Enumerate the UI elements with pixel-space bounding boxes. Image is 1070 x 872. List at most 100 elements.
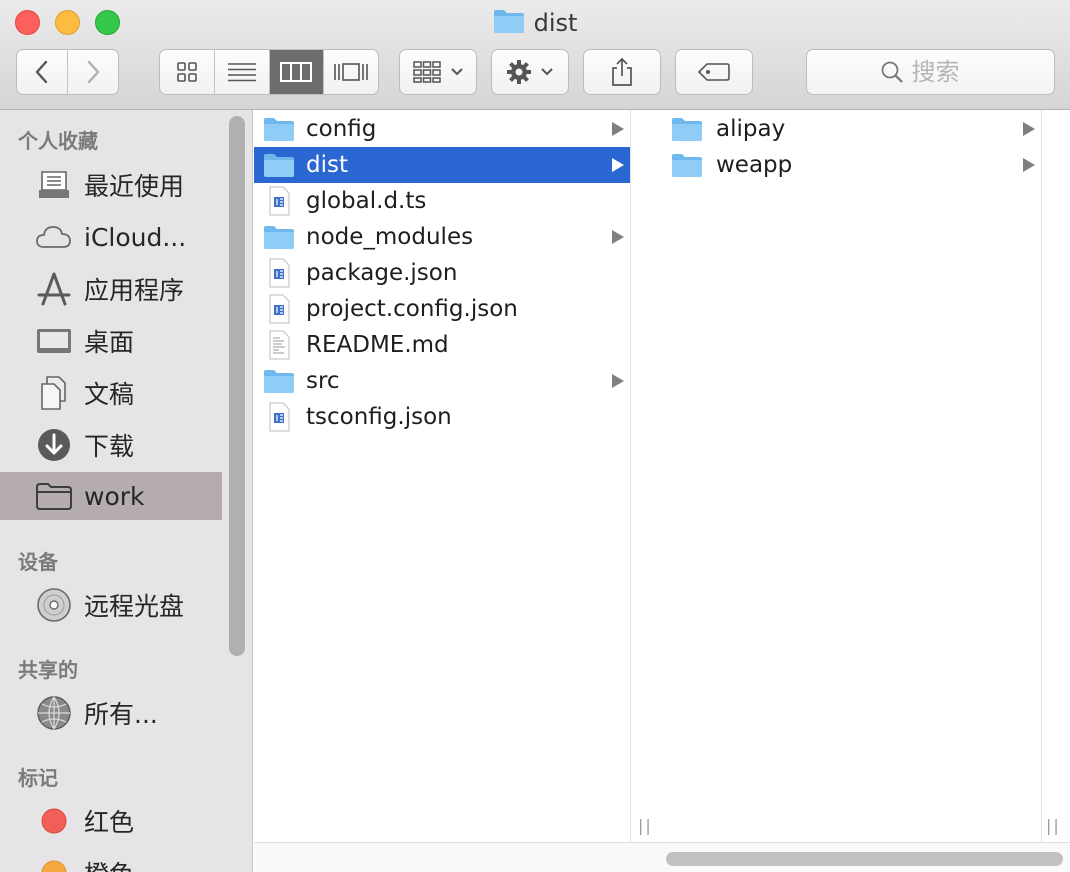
applications-icon <box>34 269 74 309</box>
list-item[interactable]: package.json <box>254 255 630 291</box>
back-button[interactable] <box>17 50 68 94</box>
list-item[interactable]: node_modules <box>254 219 630 255</box>
chevron-left-icon <box>35 60 48 84</box>
sidebar-item-downloads[interactable]: 下载 <box>0 421 222 469</box>
list-view-icon <box>227 63 256 82</box>
sidebar-item-label: 文稿 <box>84 380 135 409</box>
disclosure-arrow-icon <box>1023 122 1035 136</box>
list-item[interactable]: project.config.json <box>254 291 630 327</box>
file-name: config <box>306 116 377 142</box>
column-view-button[interactable] <box>269 50 325 94</box>
sidebar-item-work[interactable]: work <box>0 472 222 520</box>
cloud-icon <box>34 217 74 257</box>
list-item[interactable]: global.d.ts <box>254 183 630 219</box>
sidebar-item-recents[interactable]: 最近使用 <box>0 161 222 209</box>
list-item[interactable]: dist <box>254 147 630 183</box>
code-file-icon <box>262 293 296 325</box>
list-item[interactable]: weapp <box>660 147 1041 183</box>
folder-icon <box>493 8 525 38</box>
list-item[interactable]: README.md <box>254 327 630 363</box>
column-view-icon <box>280 62 313 82</box>
horizontal-scrollbar[interactable] <box>666 852 1063 866</box>
chevron-right-icon <box>87 60 100 84</box>
network-icon <box>34 693 74 733</box>
sidebar-item-icloud[interactable]: iCloud... <box>0 213 222 261</box>
folder-icon <box>670 113 704 145</box>
sidebar-item-remote-disc[interactable]: 远程光盘 <box>0 581 222 629</box>
folder-icon <box>262 365 296 397</box>
disc-icon <box>34 585 74 625</box>
action-button[interactable] <box>491 49 569 95</box>
disclosure-arrow-icon <box>612 158 624 172</box>
share-icon <box>612 57 632 86</box>
sidebar-item-label: 桌面 <box>84 328 135 357</box>
sidebar-section-devices: 设备 <box>18 550 58 574</box>
list-item[interactable]: alipay <box>660 111 1041 147</box>
tag-icon <box>697 63 730 81</box>
cover-flow-button[interactable] <box>324 50 378 94</box>
gear-icon <box>507 60 531 84</box>
sidebar-section-tags: 标记 <box>18 766 58 790</box>
window-title-text: dist <box>533 9 578 37</box>
view-mode-selector <box>159 49 379 95</box>
list-view-button[interactable] <box>215 50 270 94</box>
tag-button[interactable] <box>675 49 753 95</box>
arrange-grid-icon <box>413 61 441 83</box>
horizontal-scroll-area <box>254 842 1070 872</box>
list-item[interactable]: config <box>254 111 630 147</box>
disclosure-arrow-icon <box>612 122 624 136</box>
sidebar-item-label: work <box>84 481 145 511</box>
search-icon <box>881 61 903 83</box>
code-file-icon <box>262 257 296 289</box>
file-name: node_modules <box>306 224 474 250</box>
disclosure-arrow-icon <box>612 374 624 388</box>
disclosure-arrow-icon <box>612 230 624 244</box>
desktop-icon <box>34 321 74 361</box>
file-name: weapp <box>716 152 793 178</box>
code-file-icon <box>262 185 296 217</box>
column-resize-handle[interactable]: || <box>1046 816 1061 835</box>
file-name: alipay <box>716 116 786 142</box>
text-file-icon <box>262 329 296 361</box>
sidebar-item-label: 红色 <box>84 808 135 837</box>
folder-icon <box>262 221 296 253</box>
list-item[interactable]: src <box>254 363 630 399</box>
window-title: dist <box>0 8 1070 38</box>
sidebar-item-label: 橙色 <box>84 855 134 872</box>
sidebar-section-favorites: 个人收藏 <box>18 129 98 153</box>
sidebar-item-documents[interactable]: 文稿 <box>0 369 222 417</box>
recents-icon <box>34 165 74 205</box>
icon-view-icon <box>177 62 197 82</box>
sidebar-item-all-shared[interactable]: 所有... <box>0 689 222 737</box>
forward-button[interactable] <box>68 50 118 94</box>
sidebar-item-desktop[interactable]: 桌面 <box>0 317 222 365</box>
download-icon <box>34 425 74 465</box>
sidebar-item-tag-red[interactable]: 红色 <box>0 797 222 845</box>
sidebar-item-tag-orange[interactable]: 橙色 <box>0 849 222 872</box>
file-name: README.md <box>306 332 449 358</box>
sidebar-item-applications[interactable]: 应用程序 <box>0 265 222 313</box>
search-input[interactable] <box>911 58 982 86</box>
folder-icon <box>34 476 74 516</box>
file-name: global.d.ts <box>306 188 427 214</box>
code-file-icon <box>262 401 296 433</box>
list-item[interactable]: tsconfig.json <box>254 399 630 435</box>
chevron-down-icon <box>541 68 553 76</box>
sidebar-item-label: 远程光盘 <box>84 592 185 621</box>
folder-icon <box>670 149 704 181</box>
sidebar-item-label: 下载 <box>84 432 135 461</box>
disclosure-arrow-icon <box>1023 158 1035 172</box>
arrange-button[interactable] <box>399 49 477 95</box>
tag-color-dot-icon <box>34 801 74 841</box>
sidebar-section-shared: 共享的 <box>18 658 78 682</box>
sidebar-item-label: iCloud... <box>84 222 187 252</box>
column-resize-handle[interactable]: || <box>638 816 653 835</box>
icon-view-button[interactable] <box>160 50 215 94</box>
file-name: tsconfig.json <box>306 404 452 430</box>
search-field[interactable] <box>806 49 1055 95</box>
file-name: package.json <box>306 260 458 286</box>
share-button[interactable] <box>583 49 661 95</box>
folder-icon <box>262 149 296 181</box>
sidebar-scrollbar[interactable] <box>229 116 245 656</box>
cover-flow-icon <box>334 63 368 81</box>
